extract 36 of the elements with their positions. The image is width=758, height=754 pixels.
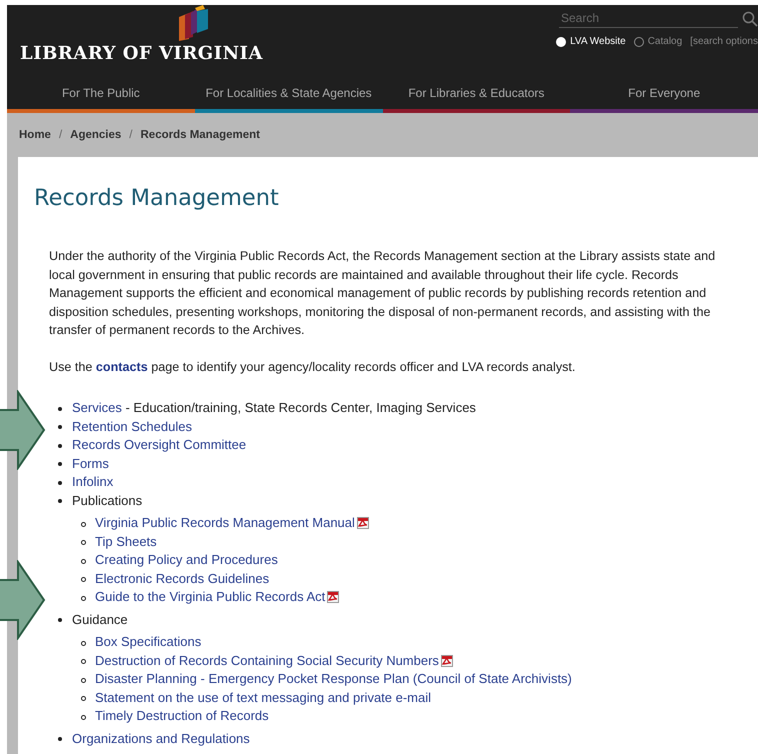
- list-heading: Publications: [72, 492, 142, 508]
- site-logo-text[interactable]: LIBRARY OF VIRGINIA: [20, 43, 263, 64]
- search-field[interactable]: Search: [559, 9, 758, 28]
- breadcrumb-separator: /: [58, 129, 62, 141]
- intro-paragraph: Under the authority of the Virginia Public Records Act, the Records Management section at the Library assists state and local government in ensuring that public records are maintained and available throughout their life cycle. Records Management supports the efficient and economical management of public records by publishing records retention and disposition schedules, presenting workshops, monitoring the disposal of non-permanent records, and assisting with the transfer of permanent records to the Archives.: [49, 248, 716, 339]
- search-options-link[interactable]: [search options: [690, 36, 758, 47]
- radio-label[interactable]: LVA Website: [570, 36, 626, 47]
- list-link[interactable]: Forms: [72, 456, 109, 470]
- list-link[interactable]: Guide to the Virginia Public Records Act: [95, 589, 326, 604]
- list-link[interactable]: Infolinx: [72, 474, 114, 489]
- breadcrumb-current: Records Management: [140, 129, 260, 141]
- list-link[interactable]: Electronic Records Guidelines: [95, 570, 270, 586]
- list-link[interactable]: Retention Schedules: [72, 418, 192, 434]
- breadcrumb-separator: /: [129, 129, 132, 141]
- breadcrumb-link[interactable]: Agencies: [70, 129, 122, 141]
- list-link[interactable]: Disaster Planning - Emergency Pocket Response Plan (Council of State Archivists): [95, 671, 572, 686]
- radio-label[interactable]: Catalog: [648, 36, 682, 47]
- list-link[interactable]: Virginia Public Records Management Manual: [95, 515, 355, 530]
- search-icon[interactable]: [742, 10, 758, 26]
- list-link[interactable]: Creating Policy and Procedures: [95, 552, 278, 567]
- list-text: - Education/training, State Records Center, Imaging Services: [124, 400, 476, 415]
- list-link[interactable]: Records Oversight Committee: [72, 437, 246, 452]
- list-link[interactable]: Box Specifications: [95, 634, 202, 649]
- contacts-sentence: Use the contacts page to identify your agency/locality records officer and LVA records analyst.: [49, 358, 576, 376]
- book-logo-icon: [177, 5, 209, 41]
- radio-button[interactable]: [634, 36, 644, 46]
- list-link[interactable]: Tip Sheets: [95, 534, 157, 548]
- breadcrumb-link[interactable]: Home: [19, 129, 51, 141]
- list-link[interactable]: Destruction of Records Containing Social Security Numbers: [95, 652, 439, 668]
- list-link[interactable]: Statement on the use of text messaging and private e-mail: [95, 690, 432, 704]
- contacts-link[interactable]: contacts: [96, 360, 148, 374]
- page-title: Records Management: [34, 185, 280, 211]
- list-link[interactable]: Timely Destruction of Records: [95, 708, 269, 723]
- list-link[interactable]: Services: [72, 400, 122, 415]
- list-heading: Guidance: [72, 612, 128, 626]
- list-link[interactable]: Organizations and Regulations: [72, 730, 250, 746]
